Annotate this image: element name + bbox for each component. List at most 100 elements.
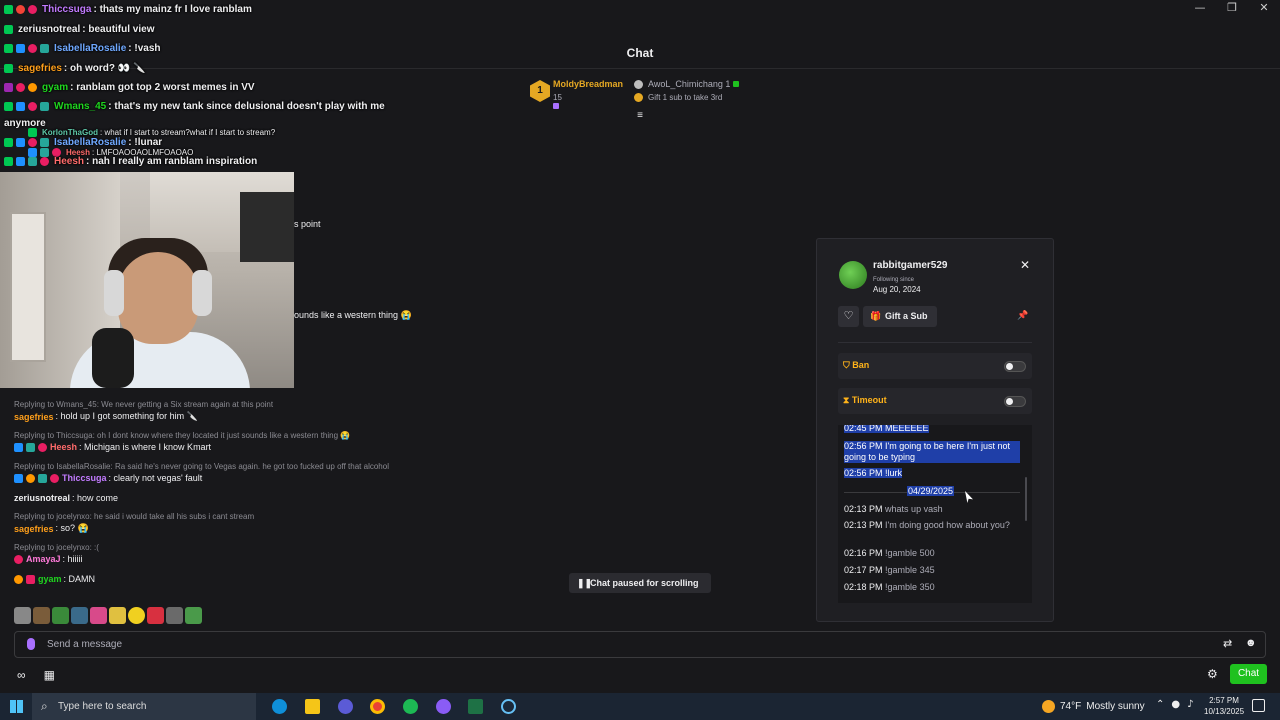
reply-context[interactable]: Replying to Thiccsuga: oh I dont know wh… [14,431,350,440]
discord-icon[interactable] [436,699,451,714]
timeout-toggle[interactable] [1004,396,1026,407]
spotify-icon[interactable] [403,699,418,714]
second-gifter[interactable]: AwoL_Chimichang 1 [648,79,739,89]
top-gifter-name[interactable]: MoldyBreadman [553,79,623,89]
chat-text: : hold up I got something for him 🔪 [55,411,198,421]
emote-icon[interactable] [147,607,164,624]
reply-context[interactable]: Replying to IsabellaRosalie: Ra said he'… [14,462,389,471]
chat-username[interactable]: sagefries [14,524,54,534]
chat-text: : so? 😭 [55,523,89,533]
chat-paused-button[interactable]: ❚❚ Chat paused for scrolling [569,573,711,593]
chat-text: : how come [72,493,119,503]
chat-username[interactable]: KorlonThaGod [42,128,98,137]
file-explorer-icon[interactable] [305,699,320,714]
reply-context[interactable]: Replying to jocelynxo: :( [14,543,99,552]
settings-gear-icon[interactable]: ⚙ [1207,667,1218,681]
top-gifter-count: 15 [553,93,562,111]
chat-username[interactable]: Thiccsuga [42,4,91,15]
chat-tools: ∞ ▦ [17,668,55,682]
taskbar-clock[interactable]: 2:57 PM 10/13/2025 [1204,695,1244,717]
chat-username[interactable]: zeriusnotreal [14,493,70,503]
chat-text: : oh word? 👀 🔪 [63,63,146,74]
chat-username[interactable]: gyam [38,574,62,584]
chat-username[interactable]: sagefries [18,63,62,74]
notification-icon[interactable] [1252,699,1265,712]
calendar-icon[interactable]: ▦ [44,668,55,682]
chat-username[interactable]: Thiccsuga [62,473,107,483]
chat-text: : DAMN [63,574,96,584]
emote-icon[interactable] [166,607,183,624]
chat-text: : thats my mainz fr I love ranblam [93,4,252,15]
minimize-icon[interactable]: — [1184,0,1216,16]
chat-text: : beautiful view [82,24,155,35]
chat-username[interactable]: AmayaJ [26,554,61,564]
ban-toggle[interactable] [1004,361,1026,372]
weather-widget[interactable]: 74°F Mostly sunny [1042,700,1145,713]
message-input[interactable] [47,636,1207,653]
history-scrollbar[interactable] [1025,477,1027,521]
emote-icon[interactable] [128,607,145,624]
chat-text: : !lunar [128,137,163,148]
history-message: 02:56 PM I'm going to be here I'm just n… [844,441,1020,463]
chat-username[interactable]: zeriusnotreal [18,24,80,35]
gift-icon: 🎁 [870,311,882,321]
points-icon[interactable]: ∞ [17,668,26,682]
pin-icon[interactable]: 📌 [1017,310,1028,321]
chat-fragment: ounds like a western thing 😭 [294,310,412,320]
chat-input-box: ⇄ ☻ [14,631,1266,658]
mic-icon[interactable]: ● [1171,699,1180,710]
chat-username[interactable]: Heesh [50,442,77,452]
emote-icon[interactable] [14,607,31,624]
follow-heart-button[interactable]: ♡ [838,306,859,327]
edge-icon[interactable] [272,699,287,714]
emote-icon[interactable] [52,607,69,624]
translate-icon[interactable]: ⇄ [1223,637,1232,650]
chevron-up-icon[interactable]: ⌃ [1156,699,1164,710]
reply-context[interactable]: Replying to Wmans_45: We never getting a… [14,400,273,409]
microphone-icon[interactable] [27,638,35,650]
windows-start-icon[interactable] [10,700,23,713]
search-icon: ⌕ [41,699,48,713]
restore-icon[interactable]: ❐ [1216,0,1248,16]
emote-icon[interactable] [109,607,126,624]
chat-username[interactable]: IsabellaRosalie [54,137,126,148]
taskbar-search-input[interactable] [58,699,238,714]
chat-username[interactable]: IsabellaRosalie [54,43,126,54]
emote-icon[interactable] [90,607,107,624]
chrome-icon[interactable] [370,699,385,714]
chat-message: Thiccsuga: clearly not vegas' fault [14,473,202,483]
steam-icon[interactable] [501,699,516,714]
volume-icon[interactable]: ♪ [1187,699,1193,710]
emoji-icon[interactable]: ☻ [1245,637,1257,649]
close-icon[interactable]: ✕ [1020,258,1030,272]
message-history[interactable]: 02:45 PM MEEEEEE 02:56 PM I'm going to b… [838,425,1032,603]
excel-icon[interactable] [468,699,483,714]
taskbar-search[interactable]: ⌕ [32,693,256,720]
window-controls: — ❐ ✕ [1184,0,1280,16]
avatar[interactable] [839,261,867,289]
collapse-arrow-icon[interactable]: ≡ [634,111,646,121]
divider [838,342,1032,343]
close-icon[interactable]: ✕ [1248,0,1280,16]
chat-username[interactable]: Wmans_45 [54,101,106,112]
rank-badge: 1 [530,80,550,102]
pause-icon: ❚❚ [577,578,593,588]
reply-context[interactable]: Replying to jocelynxo: he said i would t… [14,512,254,521]
vpn-icon[interactable] [338,699,353,714]
chat-send-button[interactable]: Chat [1230,664,1267,684]
overlay-chat-line: KorlonThaGod: what if I start to stream?… [4,128,275,137]
emote-icon[interactable] [71,607,88,624]
overlay-chat-line: Heesh: nah I really am ranblam inspirati… [4,156,257,167]
ban-row: ⛉ Ban [838,353,1032,379]
gift-sub-button[interactable]: 🎁 Gift a Sub [863,306,937,327]
chat-text: : clearly not vegas' fault [108,473,203,483]
overlay-chat-line: sagefries: oh word? 👀 🔪 [4,63,145,74]
header-divider [0,68,1280,69]
chat-username[interactable]: Heesh [54,156,84,167]
chat-username[interactable]: gyam [42,82,68,93]
emote-icon[interactable] [33,607,50,624]
chat-username[interactable]: sagefries [14,412,54,422]
chat-message: Heesh: Michigan is where I know Kmart [14,442,211,452]
user-card-username[interactable]: rabbitgamer529 [873,260,947,271]
emote-icon[interactable] [185,607,202,624]
